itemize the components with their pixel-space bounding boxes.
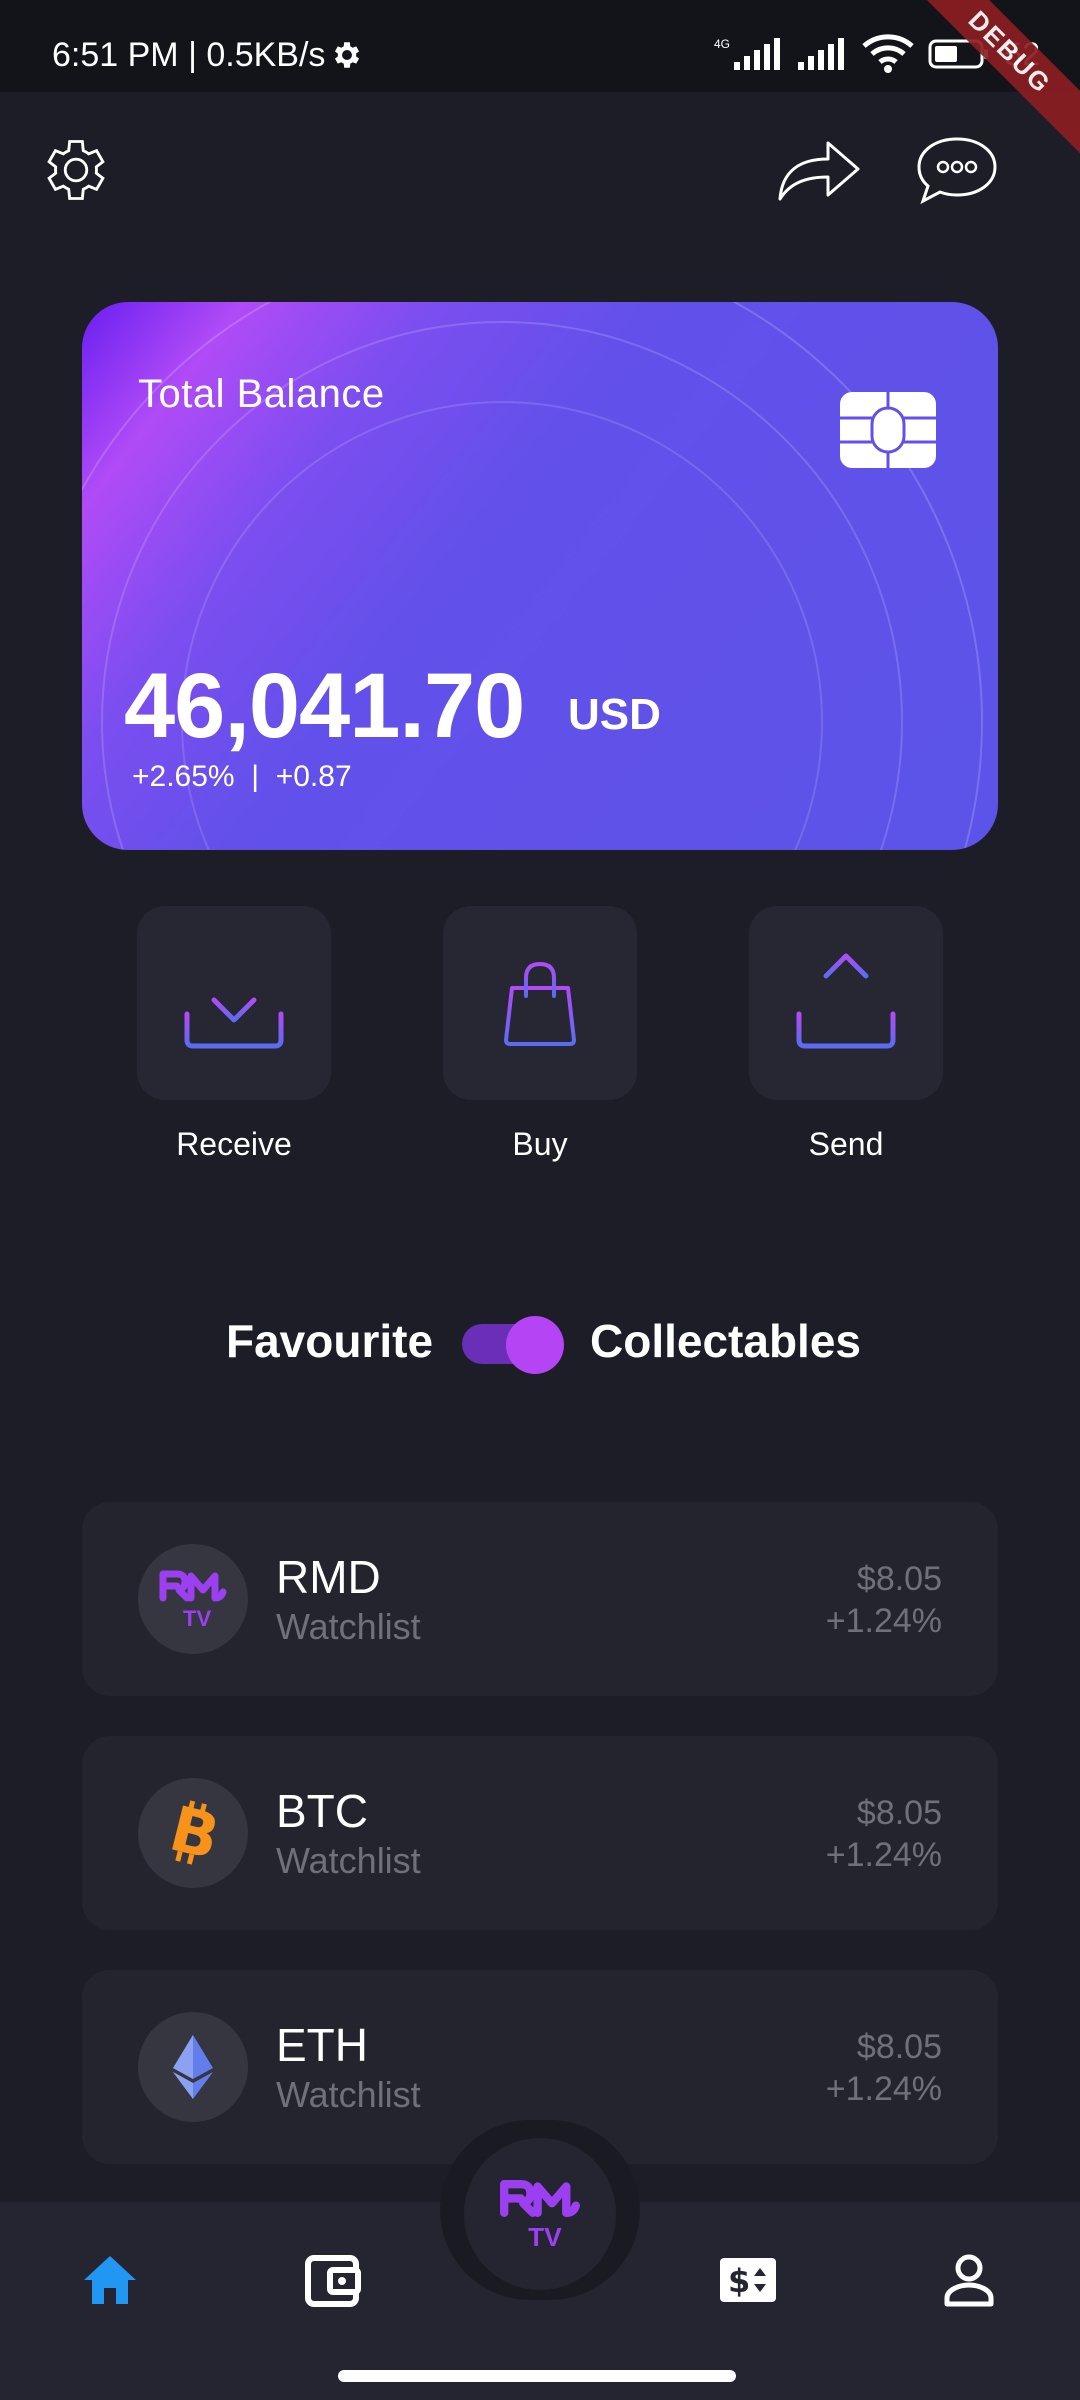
balance-currency: USD	[568, 690, 661, 739]
card-chip-icon	[840, 392, 936, 468]
settings-button[interactable]	[36, 130, 116, 210]
coin-avatar	[138, 2012, 248, 2122]
send-button[interactable]	[749, 906, 943, 1100]
share-icon	[778, 141, 860, 201]
collectables-label[interactable]: Collectables	[590, 1314, 861, 1368]
center-logo-button[interactable]: TV	[464, 2138, 616, 2290]
logo-tv-text: TV	[183, 1606, 211, 1630]
exchange-icon: $	[720, 2258, 776, 2302]
chat-button[interactable]	[914, 130, 1000, 210]
coin-avatar: TV	[138, 1544, 248, 1654]
chat-bubble-icon	[917, 137, 997, 205]
share-button[interactable]	[776, 130, 862, 210]
coin-avatar: B	[138, 1778, 248, 1888]
buy-label: Buy	[512, 1126, 568, 1162]
ethereum-icon	[173, 2035, 213, 2099]
receive-button[interactable]	[137, 906, 331, 1100]
network-type-label: 4G	[714, 37, 730, 51]
coin-price-block: $8.05 +1.24%	[826, 1558, 942, 1642]
bitcoin-icon: B	[163, 1798, 223, 1868]
rmtv-logo-icon: TV	[500, 2179, 580, 2251]
home-icon	[84, 2256, 136, 2304]
coin-subtitle: Watchlist	[276, 1606, 421, 1647]
status-settings-icon	[334, 42, 360, 68]
balance-card[interactable]: Total Balance 46,041.70 USD +2.65% | +0.…	[82, 302, 998, 850]
wifi-icon	[862, 34, 915, 73]
send-action[interactable]: Send	[749, 906, 943, 1163]
list-toggle-row: Favourite Collectables	[0, 1310, 1080, 1374]
favourite-collectables-switch[interactable]	[462, 1316, 564, 1374]
status-bar: 6:51 PM | 0.5KB/s 4G 52 DEBUG	[0, 0, 1080, 160]
wallet-icon	[305, 2255, 361, 2307]
logo-tv-text: TV	[528, 2222, 562, 2251]
favourite-label[interactable]: Favourite	[226, 1314, 433, 1368]
coin-symbol: RMD	[276, 1551, 381, 1603]
coin-change: +1.24%	[825, 2070, 942, 2108]
signal-4g-icon: 4G	[714, 37, 781, 70]
signal-icon	[798, 38, 845, 70]
nav-profile[interactable]	[929, 2240, 1009, 2320]
buy-action[interactable]: Buy	[443, 906, 637, 1163]
switch-knob[interactable]	[506, 1316, 564, 1374]
balance-amount: 46,041.70	[124, 655, 525, 757]
coin-price: $8.05	[856, 1560, 942, 1598]
status-time: 6:51 PM | 0.5KB/s	[52, 36, 326, 74]
coin-change: +1.24%	[825, 1836, 942, 1874]
receive-action[interactable]: Receive	[137, 906, 331, 1163]
coin-price: $8.05	[856, 1794, 942, 1832]
coin-price-block: $8.05 +1.24%	[826, 2026, 942, 2110]
profile-icon	[944, 2254, 994, 2307]
coin-subtitle: Watchlist	[276, 2074, 421, 2115]
coin-symbol: ETH	[276, 2019, 368, 2071]
rmtv-logo-icon: TV	[159, 1570, 227, 1630]
coin-row-btc[interactable]: B BTC Watchlist $8.05 +1.24%	[82, 1736, 998, 1930]
shopping-bag-icon	[504, 961, 576, 1046]
coin-change: +1.24%	[825, 1602, 942, 1640]
download-icon	[184, 953, 284, 1049]
coin-price-block: $8.05 +1.24%	[826, 1792, 942, 1876]
coin-symbol: BTC	[276, 1785, 368, 1837]
balance-change: +2.65% | +0.87	[132, 760, 352, 793]
nav-exchange[interactable]: $	[708, 2240, 788, 2320]
nav-wallet[interactable]	[292, 2240, 372, 2320]
upload-icon	[796, 953, 896, 1049]
settings-gear-icon	[47, 140, 105, 200]
send-label: Send	[808, 1126, 884, 1162]
coin-price: $8.05	[856, 2028, 942, 2066]
card-title: Total Balance	[138, 372, 385, 416]
coin-subtitle: Watchlist	[276, 1840, 421, 1881]
exchange-glyph: $	[728, 2262, 750, 2300]
home-indicator[interactable]	[338, 2370, 736, 2382]
nav-home[interactable]	[70, 2240, 150, 2320]
receive-label: Receive	[176, 1126, 292, 1162]
coin-row-rmd[interactable]: TV RMD Watchlist $8.05 +1.24%	[82, 1502, 998, 1696]
buy-button[interactable]	[443, 906, 637, 1100]
